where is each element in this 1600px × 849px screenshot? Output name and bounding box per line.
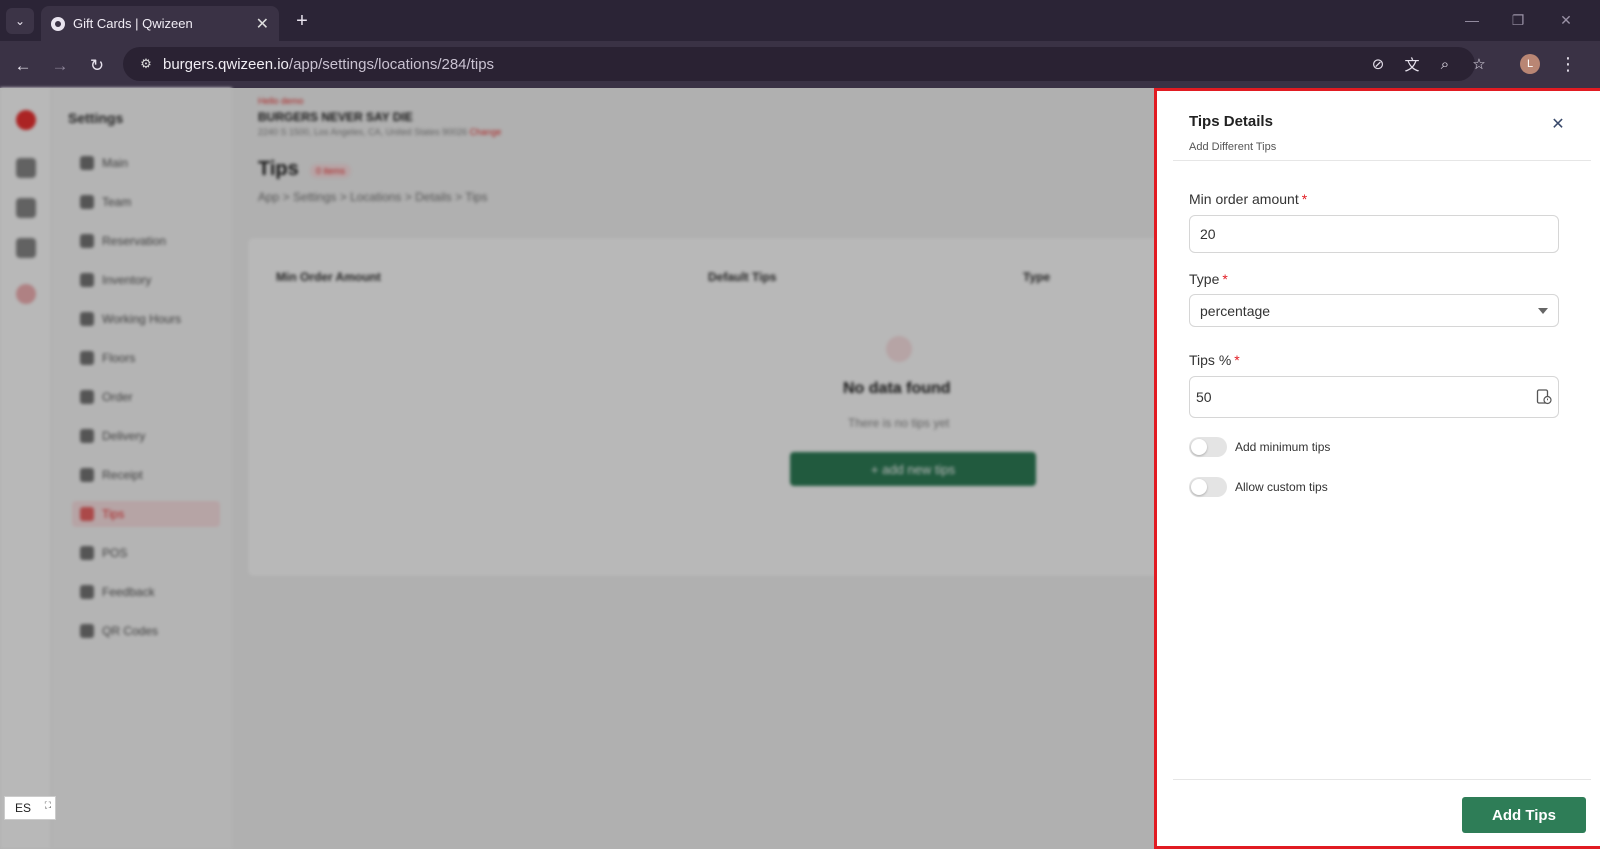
window-close-icon[interactable]: ✕ [1546,8,1586,32]
tips-percent-label: Tips % * [1189,352,1240,368]
required-marker: * [1222,271,1228,287]
forward-icon[interactable]: → [46,52,74,80]
toggle-label: Allow custom tips [1235,480,1328,494]
tips-percent-value: 50 [1196,389,1212,405]
tips-details-drawer: Tips Details Add Different Tips ✕ Min or… [1154,88,1600,849]
bookmark-star-icon[interactable]: ☆ [1467,52,1491,76]
drawer-body: Tips Details Add Different Tips ✕ Min or… [1157,91,1600,846]
footer-divider [1173,779,1591,780]
chevron-down-icon: ⌄ [14,14,26,28]
tab-search-button[interactable]: ⌄ [6,8,34,34]
url-host: burgers.qwizeen.io [163,55,289,73]
toggle-switch[interactable] [1189,477,1227,497]
dropdown-arrow-icon [1538,308,1548,314]
min-order-label: Min order amount * [1189,191,1307,207]
label-text: Tips % [1189,352,1232,368]
language-code: ES [15,801,32,815]
site-info-icon[interactable]: ⚙ [135,53,157,75]
browser-tab[interactable]: Gift Cards | Qwizeen ✕ [41,6,279,41]
toggle-label: Add minimum tips [1235,440,1331,454]
label-text: Type [1189,271,1220,287]
drawer-subtitle: Add Different Tips [1189,141,1277,153]
url-path: /app/settings/locations/284/tips [288,55,495,73]
url-text: burgers.qwizeen.io/app/settings/location… [163,56,494,73]
back-icon[interactable]: ← [9,52,37,80]
required-marker: * [1301,191,1308,207]
tips-percent-input[interactable]: 50 [1189,376,1559,418]
translate-icon[interactable]: 文 [1400,52,1424,76]
expand-icon: ⛶ [44,800,51,810]
type-selected-value: percentage [1200,302,1271,319]
close-icon[interactable]: ✕ [1547,113,1569,135]
required-marker: * [1234,352,1240,368]
language-switcher[interactable]: ES ⛶ [4,796,56,820]
browser-menu-icon[interactable]: ⋮ [1556,52,1580,76]
toggle-switch[interactable] [1189,437,1227,457]
address-bar[interactable]: ⚙ burgers.qwizeen.io/app/settings/locati… [123,47,1475,81]
zoom-icon[interactable]: ⌕ [1433,52,1457,76]
minimize-icon[interactable]: — [1452,8,1492,32]
header-divider [1173,160,1591,161]
browser-tab-bar: ⌄ Gift Cards | Qwizeen ✕ + — ❐ ✕ [0,0,1600,41]
restore-icon[interactable]: ❐ [1498,8,1538,32]
allow-custom-tips-toggle[interactable]: Allow custom tips [1189,477,1328,497]
reload-icon[interactable]: ↻ [83,52,111,80]
tab-close-icon[interactable]: ✕ [256,14,269,34]
profile-avatar[interactable]: L [1520,54,1540,74]
clipboard-clock-icon[interactable] [1536,388,1552,405]
drawer-title: Tips Details [1189,113,1273,130]
label-text: Min order amount [1189,191,1299,207]
site-favicon-icon [51,16,65,31]
new-tab-button[interactable]: + [288,8,316,34]
tracking-protection-icon[interactable]: ⊘ [1366,52,1390,76]
min-order-input[interactable]: 20 [1189,215,1559,253]
add-minimum-tips-toggle[interactable]: Add minimum tips [1189,437,1330,457]
tab-title: Gift Cards | Qwizeen [73,16,193,31]
type-select[interactable]: percentage [1189,294,1559,327]
type-label: Type * [1189,271,1228,287]
add-tips-button[interactable]: Add Tips [1462,797,1586,833]
